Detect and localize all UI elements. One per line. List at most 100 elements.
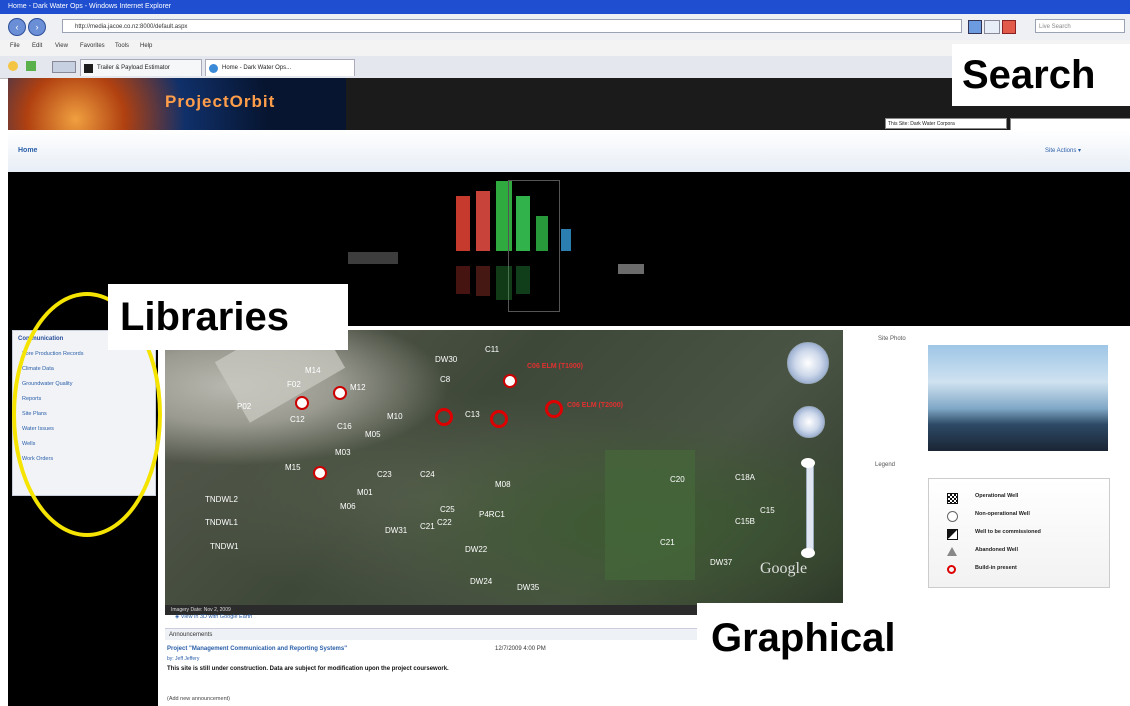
- well-marker[interactable]: [503, 374, 517, 388]
- viz-reflection: [496, 266, 512, 300]
- map-label[interactable]: TNDWL1: [205, 518, 238, 527]
- map-label[interactable]: P02: [237, 402, 251, 411]
- site-actions-menu[interactable]: Site Actions ▾: [1045, 147, 1081, 154]
- build-ring-marker[interactable]: [435, 408, 453, 426]
- map-label[interactable]: C22: [437, 518, 452, 527]
- map-label[interactable]: C8: [440, 375, 450, 384]
- map-label[interactable]: M05: [365, 430, 381, 439]
- announcement-title-link[interactable]: Project "Management Communication and Re…: [167, 646, 347, 652]
- viz-reflection: [476, 266, 490, 296]
- non-operational-well-icon: [947, 511, 958, 522]
- google-earth-link[interactable]: ◈ View in 3D with Google Earth: [175, 614, 252, 620]
- map-label[interactable]: M10: [387, 412, 403, 421]
- map-label[interactable]: DW22: [465, 545, 487, 554]
- map-label[interactable]: M15: [285, 463, 301, 472]
- tab-payload-estimator[interactable]: Trailer & Payload Estimator: [80, 59, 202, 76]
- map-label[interactable]: M03: [335, 448, 351, 457]
- map-legend: Operational Well Non-operational Well We…: [928, 478, 1110, 588]
- map-label[interactable]: DW24: [470, 577, 492, 586]
- map-label[interactable]: C23: [377, 470, 392, 479]
- google-logo: Google: [760, 560, 808, 577]
- announcement-author[interactable]: by: Jeff Jeffery: [167, 656, 199, 662]
- map-label[interactable]: TNDW1: [210, 542, 238, 551]
- map-red-label[interactable]: C06 ELM (T1000): [527, 363, 583, 370]
- menu-tools[interactable]: Tools: [115, 43, 129, 49]
- top-nav: [8, 130, 1130, 173]
- site-photo-image[interactable]: [928, 345, 1108, 451]
- map-label[interactable]: DW37: [710, 558, 732, 567]
- map-label[interactable]: C13: [465, 410, 480, 419]
- favorites-star-icon[interactable]: [8, 61, 18, 71]
- home-link[interactable]: Home: [18, 147, 37, 154]
- map-red-label[interactable]: C06 ELM (T2000): [567, 402, 623, 409]
- quick-tabs-icon[interactable]: [52, 61, 76, 73]
- zoom-out-icon[interactable]: [801, 548, 815, 558]
- add-favorites-icon[interactable]: [26, 61, 36, 71]
- well-marker[interactable]: [295, 396, 309, 410]
- menu-help[interactable]: Help: [140, 43, 152, 49]
- satellite-map[interactable]: M14 DW30 C11 M12 C8 F02 P02 C12 C16 M10 …: [165, 330, 843, 610]
- browser-title-bar: Home - Dark Water Ops - Windows Internet…: [0, 0, 1130, 14]
- legend-text: Abandoned Well: [975, 547, 1018, 553]
- add-announcement-link[interactable]: (Add new announcement): [167, 696, 230, 702]
- well-marker[interactable]: [333, 386, 347, 400]
- map-label[interactable]: F02: [287, 380, 301, 389]
- address-bar: ‹ › http://media.jacoe.co.nz:8000/defaul…: [0, 14, 1130, 41]
- build-ring-marker[interactable]: [490, 410, 508, 428]
- map-label[interactable]: TNDWL2: [205, 495, 238, 504]
- menu-edit[interactable]: Edit: [32, 43, 42, 49]
- map-label[interactable]: DW31: [385, 526, 407, 535]
- back-button-icon[interactable]: ‹: [8, 18, 26, 36]
- map-label[interactable]: M06: [340, 502, 356, 511]
- tab-home[interactable]: Home - Dark Water Ops...: [205, 59, 355, 76]
- build-ring-marker[interactable]: [545, 400, 563, 418]
- map-label[interactable]: M08: [495, 480, 511, 489]
- search-scope-select[interactable]: This Site: Dark Water Corpora: [885, 118, 1007, 129]
- map-label[interactable]: C11: [485, 345, 499, 354]
- page-icon: [84, 64, 93, 73]
- tab-label: Trailer & Payload Estimator: [97, 65, 170, 71]
- map-rotate-control-icon[interactable]: [793, 406, 825, 438]
- menu-favorites[interactable]: Favorites: [80, 43, 105, 49]
- menu-file[interactable]: File: [10, 43, 20, 49]
- go-icon[interactable]: [968, 20, 982, 34]
- stop-icon[interactable]: [1002, 20, 1016, 34]
- map-label[interactable]: DW30: [435, 355, 457, 364]
- operational-well-icon: [947, 493, 958, 504]
- forward-button-icon[interactable]: ›: [28, 18, 46, 36]
- libraries-callout: Libraries: [108, 284, 348, 350]
- url-input[interactable]: http://media.jacoe.co.nz:8000/default.as…: [62, 19, 962, 33]
- map-label[interactable]: C25: [440, 505, 455, 514]
- graphical-callout: Graphical: [697, 603, 959, 673]
- legend-label: Legend: [875, 462, 896, 468]
- browser-search-input[interactable]: Live Search: [1035, 19, 1125, 33]
- map-label[interactable]: C12: [290, 415, 305, 424]
- viz-bar: [476, 191, 490, 251]
- map-label[interactable]: C18A: [735, 473, 755, 482]
- map-label[interactable]: C21: [420, 522, 435, 531]
- map-label[interactable]: C20: [670, 475, 685, 484]
- viz-reflection: [516, 266, 530, 294]
- map-zoom-slider[interactable]: [806, 462, 814, 556]
- map-label[interactable]: M01: [357, 488, 373, 497]
- map-label[interactable]: C15: [760, 506, 775, 515]
- refresh-icon[interactable]: [984, 20, 1000, 34]
- map-pan-control-icon[interactable]: [787, 342, 829, 384]
- site-logo-text: ProjectOrbit: [165, 92, 276, 111]
- site-actions-label: Site Actions: [1045, 148, 1077, 154]
- legend-text: Build-in present: [975, 565, 1017, 571]
- map-label[interactable]: C21: [660, 538, 675, 547]
- zoom-in-icon[interactable]: [801, 458, 815, 468]
- map-label[interactable]: DW35: [517, 583, 539, 592]
- announcement-date: 12/7/2009 4:00 PM: [495, 646, 546, 652]
- map-label[interactable]: C24: [420, 470, 435, 479]
- menu-view[interactable]: View: [55, 43, 68, 49]
- map-label[interactable]: C16: [337, 422, 352, 431]
- map-label[interactable]: M12: [350, 383, 366, 392]
- map-label[interactable]: C15B: [735, 517, 755, 526]
- well-marker[interactable]: [313, 466, 327, 480]
- map-label[interactable]: M14: [305, 366, 321, 375]
- map-label[interactable]: P4RC1: [479, 510, 505, 519]
- search-callout: Search: [952, 44, 1130, 106]
- viz-bar: [456, 196, 470, 251]
